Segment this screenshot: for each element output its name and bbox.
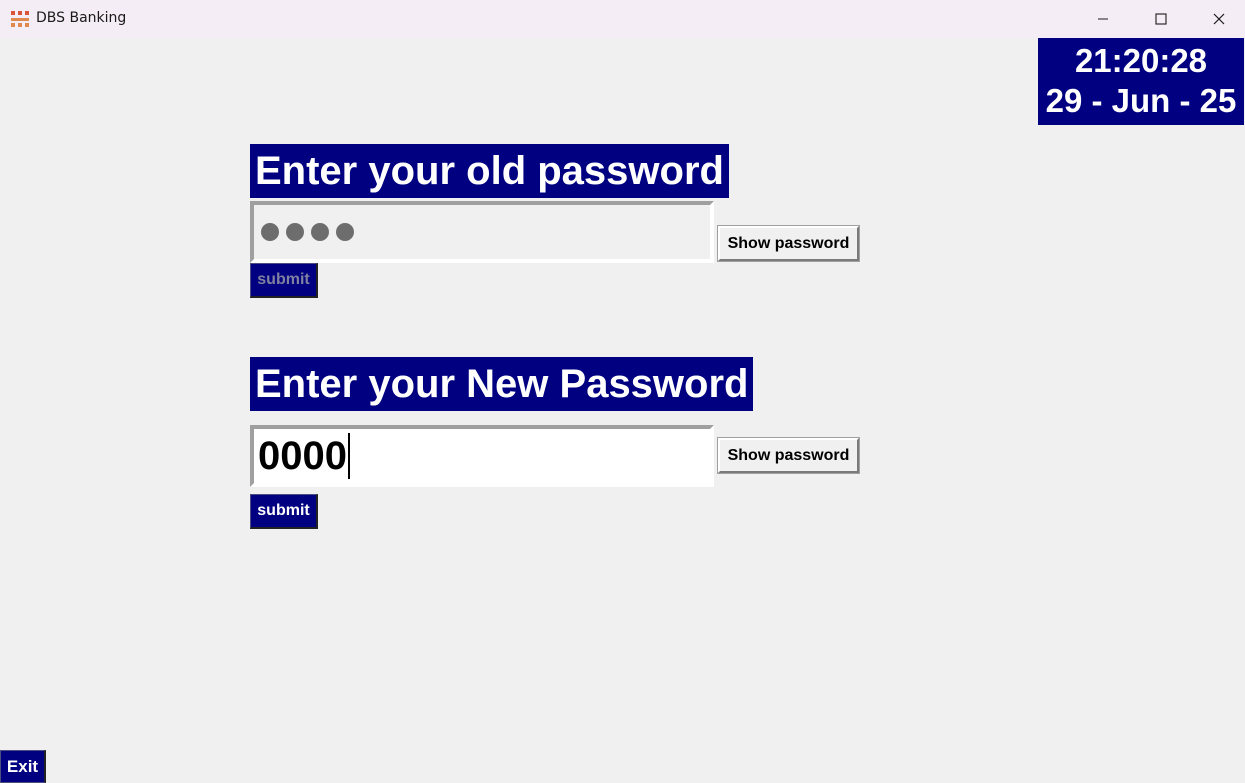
clock-time: 21:20:28 — [1074, 42, 1208, 79]
new-password-submit-button[interactable]: submit — [250, 494, 318, 529]
old-password-heading: Enter your old password — [250, 144, 729, 198]
password-mask-dot — [311, 223, 329, 241]
password-mask-dot — [336, 223, 354, 241]
app-window: DBS Banking 21:20:28 29 - Jun - 25 Enter… — [0, 0, 1245, 783]
clock-date: 29 - Jun - 25 — [1045, 82, 1237, 119]
maximize-icon — [1155, 13, 1167, 25]
text-cursor — [347, 433, 350, 479]
old-password-field[interactable] — [250, 201, 714, 263]
window-title: DBS Banking — [36, 10, 127, 26]
clock-display: 21:20:28 29 - Jun - 25 — [1038, 38, 1244, 125]
show-new-password-button[interactable]: Show password — [717, 437, 860, 474]
minimize-icon — [1098, 18, 1108, 20]
close-button[interactable] — [1190, 0, 1245, 38]
new-password-heading: Enter your New Password — [250, 357, 754, 411]
masked-password — [258, 223, 354, 241]
maximize-button[interactable] — [1132, 0, 1190, 38]
title-bar: DBS Banking — [0, 0, 1245, 38]
new-password-value: 0000 — [258, 433, 347, 478]
exit-button[interactable]: Exit — [0, 750, 46, 783]
dbs-logo-icon — [10, 9, 30, 29]
close-icon — [1213, 13, 1225, 25]
password-mask-dot — [261, 223, 279, 241]
minimize-button[interactable] — [1074, 0, 1132, 38]
new-password-field[interactable]: 0000 — [250, 425, 714, 487]
password-mask-dot — [286, 223, 304, 241]
show-old-password-button[interactable]: Show password — [717, 225, 860, 262]
old-password-submit-button[interactable]: submit — [250, 263, 318, 298]
